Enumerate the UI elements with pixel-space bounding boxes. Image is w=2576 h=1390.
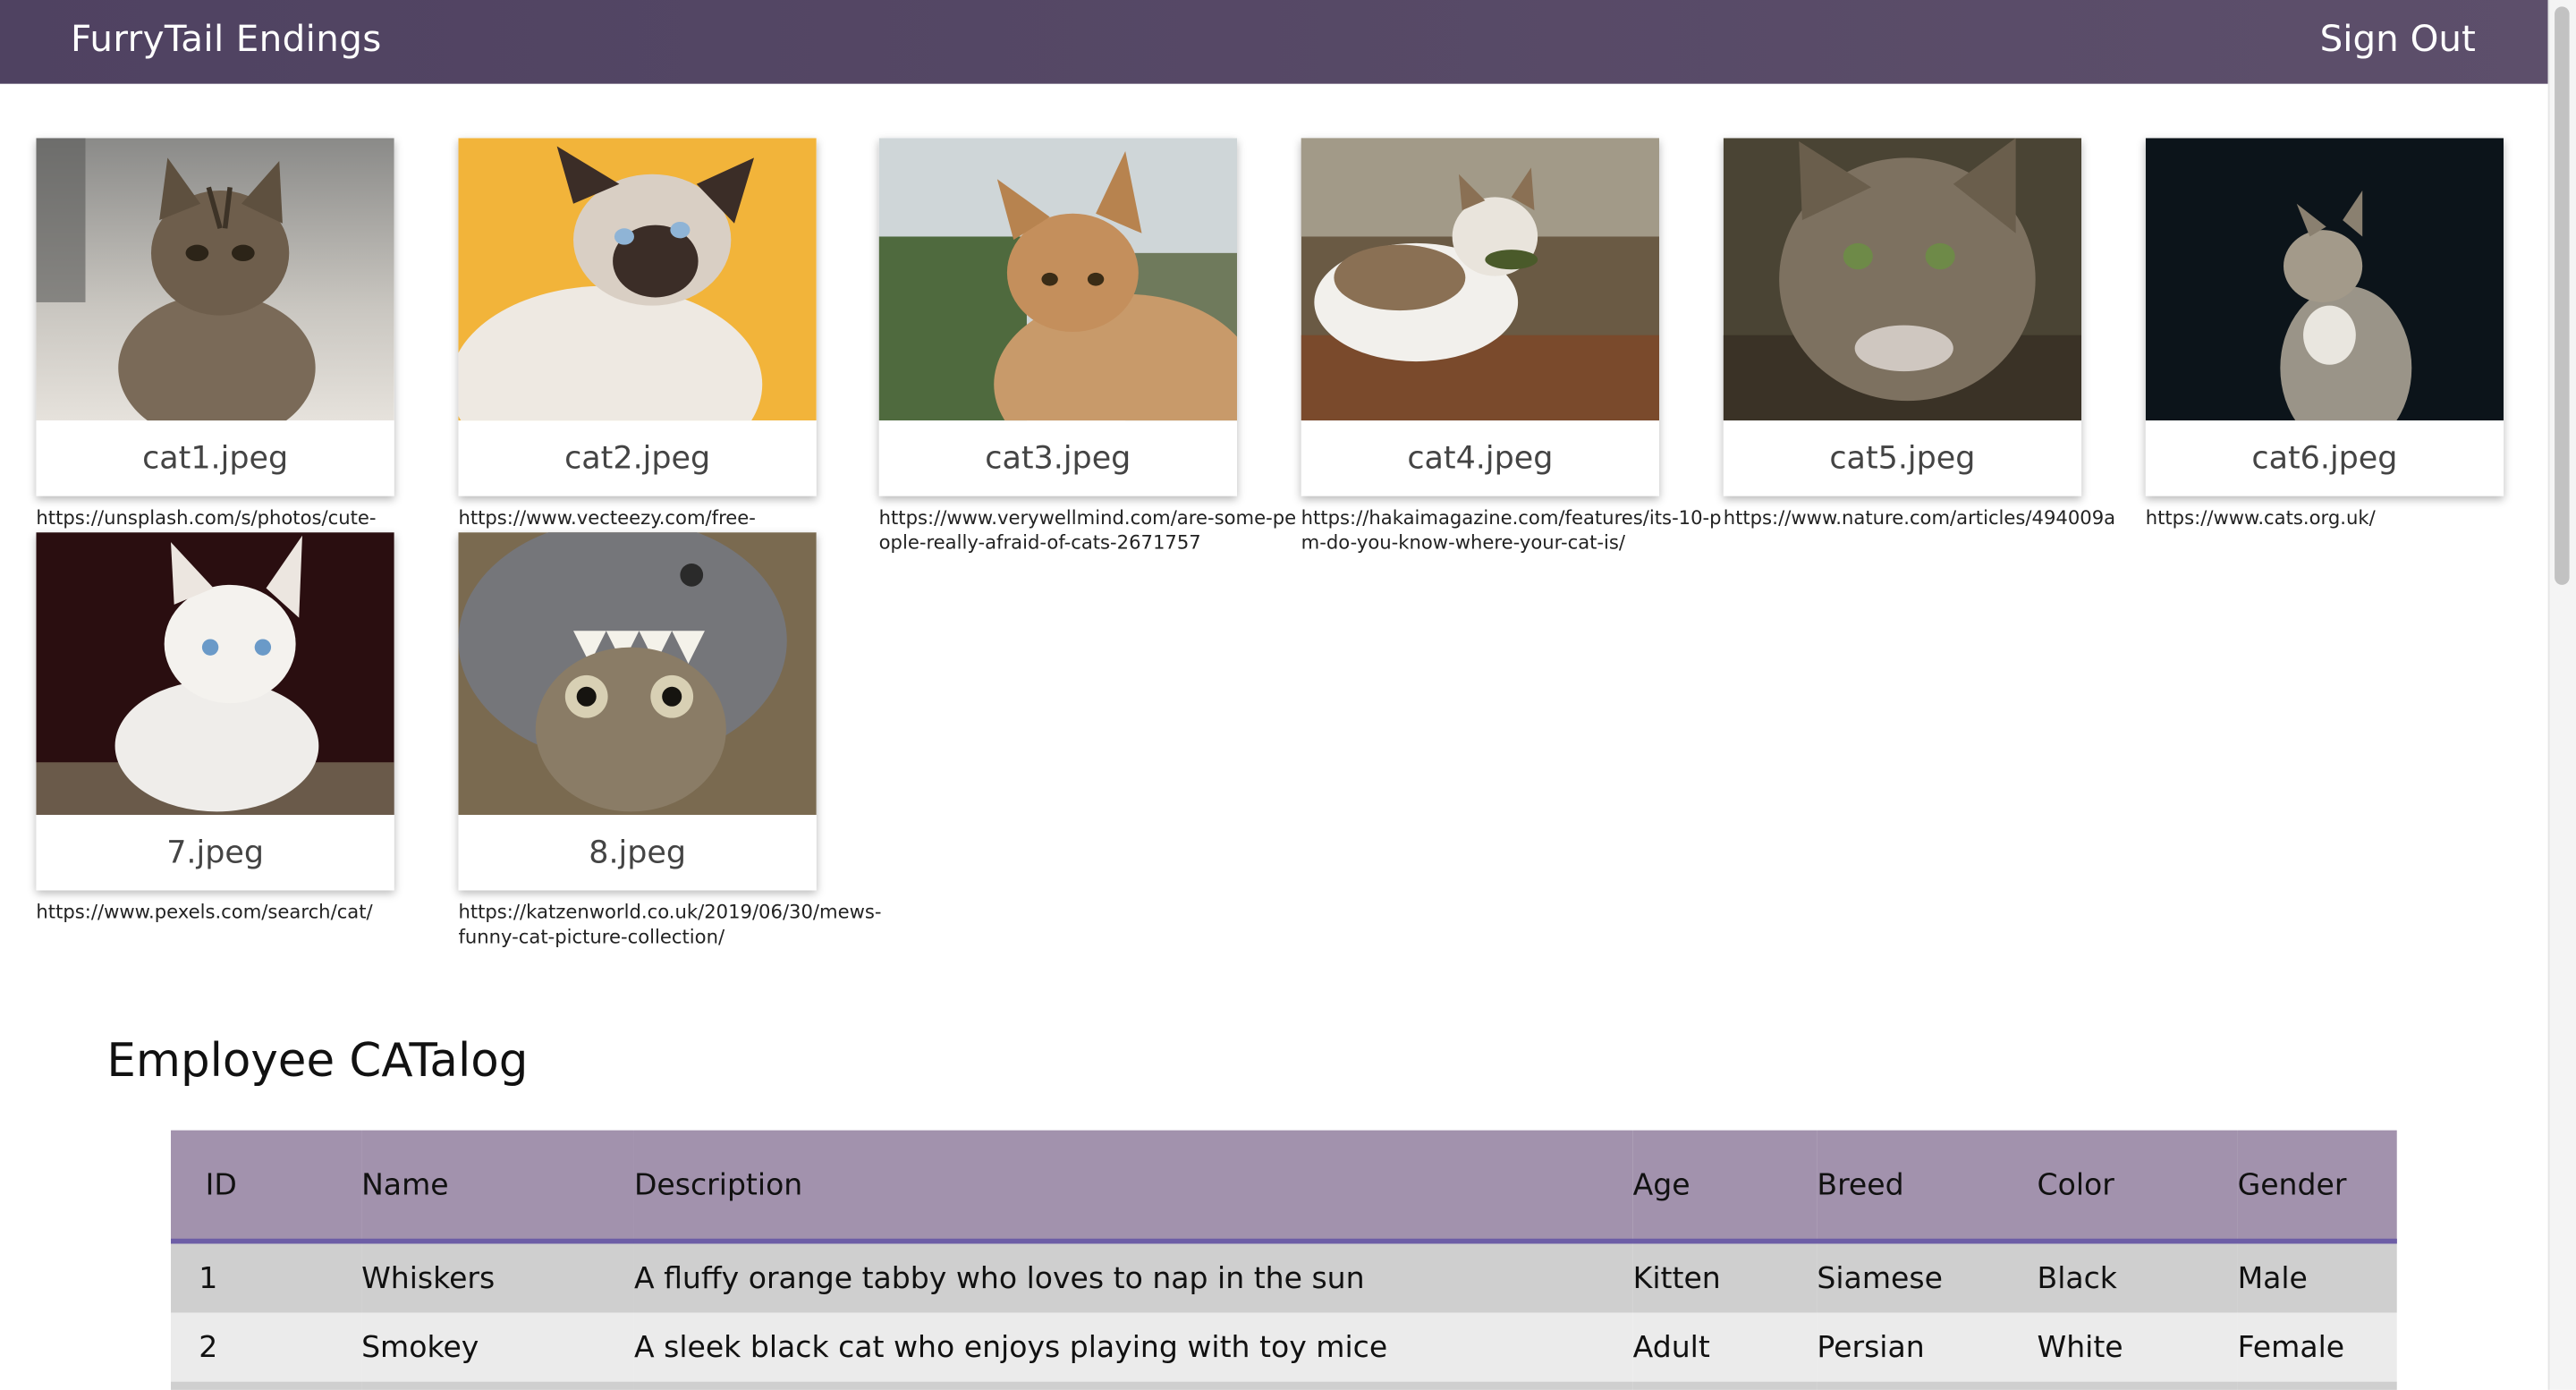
table-row[interactable]	[171, 1381, 2397, 1390]
photo-filename: cat4.jpeg	[1407, 440, 1554, 477]
employee-catalog-table: ID Name Description Age Breed Color Gend…	[171, 1130, 2397, 1390]
cell-id: 2	[199, 1329, 218, 1365]
cell-description: A fluffy orange tabby who loves to nap i…	[633, 1260, 1365, 1296]
gallery-card-box[interactable]: cat3.jpeg	[878, 138, 1238, 496]
photo-source-url[interactable]: https://www.vecteezy.com/free-	[458, 506, 882, 531]
cell-gender: Male	[2237, 1260, 2308, 1296]
cat-photo-art	[458, 532, 817, 816]
cat-gallery: cat1.jpeg https://unsplash.com/s/photos/…	[0, 0, 2548, 986]
cell-color: Black	[2037, 1260, 2117, 1296]
gallery-card-box[interactable]: cat5.jpeg	[1723, 138, 2082, 496]
column-header-breed[interactable]: Breed	[1817, 1131, 2037, 1242]
column-header-id[interactable]: ID	[171, 1131, 361, 1242]
photo-filename: cat3.jpeg	[985, 440, 1131, 477]
table-header-row: ID Name Description Age Breed Color Gend…	[171, 1130, 2397, 1242]
gallery-card: cat1.jpeg https://unsplash.com/s/photos/…	[36, 138, 394, 530]
cat-photo-art	[36, 138, 394, 421]
gallery-card-box[interactable]: cat2.jpeg	[458, 138, 817, 496]
cell-age: Kitten	[1632, 1260, 1721, 1296]
gallery-card-box[interactable]: cat1.jpeg	[36, 138, 394, 496]
photo-filename: 8.jpeg	[589, 835, 687, 871]
photo-source-url[interactable]: https://unsplash.com/s/photos/cute-	[36, 506, 460, 531]
gallery-card-box[interactable]: cat4.jpeg	[1301, 138, 1660, 496]
photo-source-url[interactable]: https://katzenworld.co.uk/2019/06/30/mew…	[458, 901, 882, 950]
cell-breed: Persian	[1817, 1329, 1925, 1365]
catalog-title: Employee CATalog	[106, 1033, 529, 1088]
cat-photo	[1301, 138, 1660, 421]
cat-photo	[1723, 138, 2082, 421]
cat-photo	[458, 138, 817, 421]
photo-filename: cat1.jpeg	[142, 440, 289, 477]
cell-color	[2038, 1382, 2238, 1390]
cell-description: A sleek black cat who enjoys playing wit…	[633, 1329, 1388, 1365]
gallery-card-box[interactable]: 8.jpeg	[458, 532, 817, 891]
gallery-card: 8.jpeg https://katzenworld.co.uk/2019/06…	[458, 532, 882, 950]
cell-breed: Siamese	[1817, 1260, 1943, 1296]
cat-photo	[458, 532, 817, 816]
cell-name	[361, 1382, 634, 1390]
catalog-table: ID Name Description Age Breed Color Gend…	[171, 1130, 2397, 1390]
gallery-card: cat5.jpeg https://www.nature.com/article…	[1723, 138, 2115, 530]
cat-photo-art	[878, 138, 1238, 421]
cell-name: Smokey	[361, 1329, 479, 1365]
cell-gender	[2238, 1382, 2397, 1390]
gallery-card: cat4.jpeg https://hakaimagazine.com/feat…	[1301, 138, 1722, 555]
cat-photo-art	[458, 138, 817, 421]
cell-breed	[1817, 1382, 2037, 1390]
gallery-card: cat2.jpeg https://www.vecteezy.com/free-	[458, 138, 817, 530]
cell-age	[1633, 1382, 1818, 1390]
cat-photo-art	[36, 532, 394, 816]
cell-age: Adult	[1632, 1329, 1710, 1365]
cat-photo-art	[2145, 138, 2504, 421]
cat-photo	[2145, 138, 2504, 421]
cell-description	[634, 1382, 1633, 1390]
photo-filename: 7.jpeg	[166, 835, 264, 871]
gallery-card: 7.jpeg https://www.pexels.com/search/cat…	[36, 532, 394, 925]
table-row[interactable]: 1 Whiskers A fluffy orange tabby who lov…	[171, 1241, 2397, 1313]
photo-source-url[interactable]: https://www.cats.org.uk/	[2146, 506, 2570, 531]
app-window: FurryTail Endings Sign Out cat1.jpeg htt…	[0, 0, 2576, 1390]
cell-id	[171, 1382, 361, 1390]
photo-source-url[interactable]: https://www.pexels.com/search/cat/	[36, 901, 460, 926]
column-header-color[interactable]: Color	[2038, 1131, 2238, 1242]
gallery-card: cat6.jpeg https://www.cats.org.uk/	[2145, 138, 2504, 530]
column-header-description[interactable]: Description	[634, 1131, 1633, 1242]
photo-source-url[interactable]: https://www.verywellmind.com/are-some-pe…	[879, 506, 1303, 555]
gallery-card-box[interactable]: 7.jpeg	[36, 532, 394, 891]
column-header-age[interactable]: Age	[1633, 1131, 1818, 1242]
cell-gender: Female	[2237, 1329, 2345, 1365]
cat-photo	[878, 138, 1238, 421]
cat-photo-art	[1723, 138, 2082, 421]
column-header-gender[interactable]: Gender	[2238, 1131, 2397, 1242]
cell-color: White	[2037, 1329, 2123, 1365]
cat-photo	[36, 138, 394, 421]
scrollbar-thumb[interactable]	[2555, 6, 2570, 585]
column-header-name[interactable]: Name	[361, 1131, 634, 1242]
photo-filename: cat5.jpeg	[1829, 440, 1976, 477]
gallery-card-box[interactable]: cat6.jpeg	[2145, 138, 2504, 496]
table-row[interactable]: 2 Smokey A sleek black cat who enjoys pl…	[171, 1312, 2397, 1382]
photo-filename: cat6.jpeg	[2251, 440, 2398, 477]
cat-photo	[36, 532, 394, 816]
photo-source-url[interactable]: https://www.nature.com/articles/494009a	[1724, 506, 2148, 531]
photo-source-url[interactable]: https://hakaimagazine.com/features/its-1…	[1301, 506, 1725, 555]
gallery-card: cat3.jpeg https://www.verywellmind.com/a…	[878, 138, 1296, 555]
cell-id: 1	[199, 1260, 218, 1296]
photo-filename: cat2.jpeg	[564, 440, 711, 477]
cell-name: Whiskers	[361, 1260, 496, 1296]
cat-photo-art	[1301, 138, 1660, 421]
